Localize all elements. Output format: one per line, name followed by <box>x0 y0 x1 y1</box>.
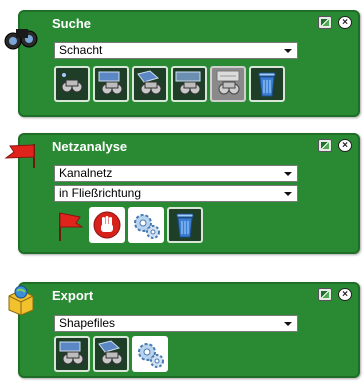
search-panel: Suche × Schacht <box>18 10 360 117</box>
stop-button[interactable] <box>89 207 125 243</box>
trash-icon <box>258 72 276 97</box>
export-panel: Export × Shapefiles <box>18 282 360 378</box>
export-panel-header-buttons: × <box>318 288 352 301</box>
search-clear-button[interactable] <box>249 66 285 102</box>
export-panel-title: Export <box>52 288 94 303</box>
export-run-button[interactable] <box>132 336 168 372</box>
search-area-button[interactable] <box>171 66 207 102</box>
search-type-select[interactable]: Schacht <box>54 42 298 59</box>
network-analysis-panel: Netzanalyse × Kanalnetz in Fließrichtung <box>18 133 360 254</box>
chevron-down-icon <box>284 49 292 53</box>
network-analysis-close-icon[interactable]: × <box>338 139 352 152</box>
chevron-down-icon <box>284 192 292 196</box>
export-format-select[interactable]: Shapefiles <box>54 315 298 332</box>
binoculars-icon <box>4 29 38 50</box>
chevron-down-icon <box>284 172 292 176</box>
network-analysis-toolbar <box>50 207 203 243</box>
binoculars-rectangle-icon <box>98 71 123 95</box>
search-attribute-button[interactable] <box>210 66 246 102</box>
export-format-value: Shapefiles <box>59 316 116 330</box>
binoculars-search-icon <box>175 71 201 95</box>
network-analysis-title: Netzanalyse <box>52 139 128 154</box>
network-select[interactable]: Kanalnetz <box>54 165 298 182</box>
export-rectangle-button[interactable] <box>54 336 90 372</box>
export-panel-close-icon[interactable]: × <box>338 288 352 301</box>
gears-icon <box>138 343 164 368</box>
export-toolbar <box>54 336 168 372</box>
stop-hand-icon <box>93 211 121 239</box>
export-polygon-button[interactable] <box>93 336 129 372</box>
search-panel-title: Suche <box>52 16 92 31</box>
search-rectangle-button[interactable] <box>93 66 129 102</box>
search-panel-header-buttons: × <box>318 16 352 29</box>
binoculars-attribute-icon <box>216 70 240 95</box>
network-select-value: Kanalnetz <box>59 166 113 180</box>
search-panel-close-icon[interactable]: × <box>338 16 352 29</box>
red-flag-icon <box>59 212 84 241</box>
run-analysis-button[interactable] <box>128 207 164 243</box>
network-clear-button[interactable] <box>167 207 203 243</box>
search-toolbar <box>54 66 285 102</box>
binoculars-rectangle-icon <box>59 341 84 365</box>
search-polygon-button[interactable] <box>132 66 168 102</box>
binoculars-polygon-icon <box>98 340 123 365</box>
export-panel-expand-icon[interactable] <box>318 288 332 301</box>
chevron-down-icon <box>284 322 292 326</box>
export-package-icon <box>8 285 34 316</box>
search-panel-expand-icon[interactable] <box>318 16 332 29</box>
binoculars-point-icon <box>61 73 83 93</box>
set-flag-button[interactable] <box>50 207 86 243</box>
search-type-value: Schacht <box>59 43 103 57</box>
flow-direction-value: in Fließrichtung <box>59 186 142 200</box>
binoculars-polygon-icon <box>137 70 162 95</box>
trash-icon <box>176 213 194 238</box>
gears-icon <box>134 214 160 239</box>
network-analysis-header-buttons: × <box>318 139 352 152</box>
search-point-button[interactable] <box>54 66 90 102</box>
network-analysis-expand-icon[interactable] <box>318 139 332 152</box>
flag-icon <box>4 144 35 168</box>
flow-direction-select[interactable]: in Fließrichtung <box>54 185 298 202</box>
